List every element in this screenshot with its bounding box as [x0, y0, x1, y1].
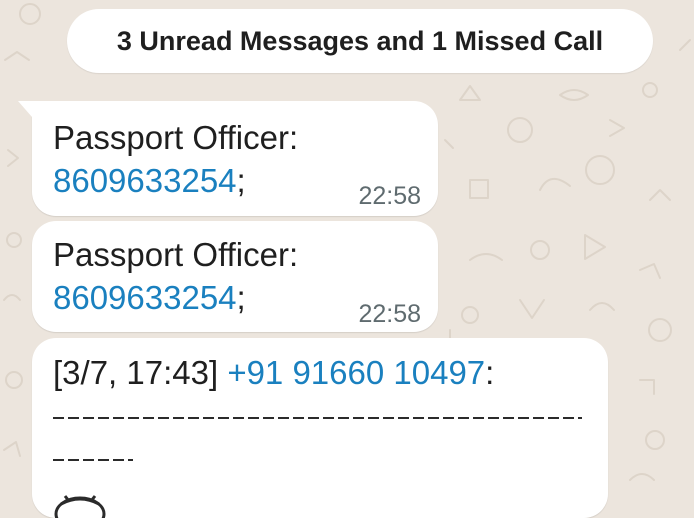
message-bubble[interactable]: Passport Officer: 8609633254; 22:58: [32, 221, 438, 332]
phone-number-link[interactable]: +91 91660 10497: [227, 354, 485, 391]
bubble-tail: [18, 101, 32, 117]
dashed-separator-line: [53, 417, 582, 419]
unread-messages-banner: 3 Unread Messages and 1 Missed Call: [67, 9, 653, 73]
message-time: 22:58: [358, 300, 421, 328]
message-bubble[interactable]: [3/7, 17:43] +91 91660 10497:: [32, 338, 608, 518]
message-sender-label: Passport Officer:: [53, 119, 299, 156]
message-phone-line: 8609633254;: [53, 159, 246, 202]
message-timestamp-prefix: [3/7, 17:43]: [53, 354, 219, 391]
message-suffix: ;: [236, 162, 246, 199]
message-header-line: [3/7, 17:43] +91 91660 10497:: [53, 351, 494, 394]
message-suffix: :: [485, 354, 495, 391]
message-suffix: ;: [236, 279, 246, 316]
unread-messages-banner-text: 3 Unread Messages and 1 Missed Call: [116, 25, 604, 56]
emoji-icon: [53, 494, 107, 518]
phone-number-link[interactable]: 8609633254: [53, 162, 237, 199]
message-time: 22:58: [358, 182, 421, 210]
message-phone-line: 8609633254;: [53, 276, 246, 319]
message-bubble[interactable]: Passport Officer: 8609633254; 22:58: [18, 101, 438, 216]
phone-number-link[interactable]: 8609633254: [53, 279, 237, 316]
message-sender-label: Passport Officer:: [53, 236, 299, 273]
dashed-separator-line: [53, 459, 133, 461]
